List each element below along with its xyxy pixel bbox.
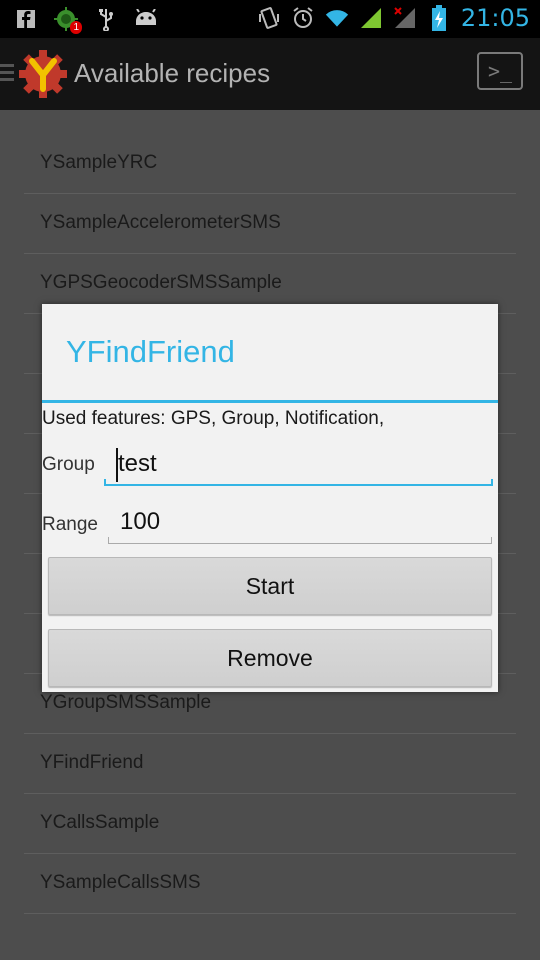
vibrate-icon [257, 5, 281, 31]
list-item[interactable]: YFindFriend [24, 734, 516, 794]
status-bar: 1 21:05 [0, 0, 540, 38]
battery-charging-icon [427, 5, 451, 31]
group-input[interactable]: test [104, 444, 493, 486]
no-signal-icon [393, 5, 417, 31]
wifi-icon [325, 5, 349, 31]
list-item[interactable]: YSampleYRC [24, 134, 516, 194]
terminal-button[interactable]: >_ [477, 52, 523, 90]
list-item[interactable]: YSampleCallsSMS [24, 854, 516, 914]
signal-icon [359, 5, 383, 31]
app-logo-icon[interactable] [18, 49, 68, 99]
action-bar: Available recipes >_ [0, 38, 540, 111]
remove-button[interactable]: Remove [48, 629, 492, 687]
page-title: Available recipes [74, 58, 271, 88]
range-label: Range [42, 514, 98, 535]
notification-badge: 1 [70, 21, 82, 34]
terminal-icon: >_ [488, 59, 513, 83]
drawer-indicator-icon[interactable] [0, 62, 14, 84]
usb-icon [94, 6, 118, 32]
recipe-dialog: YFindFriend Used features: GPS, Group, N… [42, 304, 498, 692]
clock: 21:05 [460, 4, 530, 32]
range-input[interactable]: 100 [108, 502, 492, 544]
list-item[interactable]: YSampleAccelerometerSMS [24, 194, 516, 254]
dialog-title: YFindFriend [66, 334, 235, 369]
group-label: Group [42, 454, 95, 475]
list-item[interactable]: YCallsSample [24, 794, 516, 854]
bug-notification-icon: 1 [54, 6, 82, 34]
alarm-icon [291, 5, 315, 31]
dialog-title-divider [42, 400, 498, 403]
facebook-icon [14, 6, 38, 32]
start-button[interactable]: Start [48, 557, 492, 615]
used-features-text: Used features: GPS, Group, Notification, [42, 408, 385, 429]
android-debug-icon [134, 6, 158, 32]
